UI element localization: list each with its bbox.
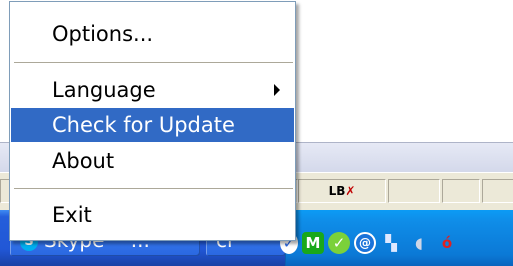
red-swirl-icon[interactable]: ó <box>436 232 458 254</box>
menu-separator <box>14 188 293 190</box>
status-cell <box>482 179 513 203</box>
chat-bubble-icon[interactable]: ✓ <box>328 232 350 254</box>
m-icon[interactable]: M <box>302 232 324 254</box>
network-icon[interactable]: ▚ <box>380 232 402 254</box>
menu-item-check-for-update[interactable]: Check for Update <box>11 108 294 142</box>
menu-item-label: Language <box>52 78 156 102</box>
status-cell-icon: LB✗ <box>298 179 386 203</box>
status-icon-text: LB <box>328 184 346 198</box>
menu-separator <box>14 62 293 64</box>
submenu-arrow-icon <box>274 84 280 96</box>
context-menu: Options... Language Check for Update Abo… <box>9 1 296 241</box>
menu-item-language[interactable]: Language <box>11 73 294 107</box>
speaker-icon[interactable]: ◖ <box>408 232 430 254</box>
menu-item-exit[interactable]: Exit <box>11 198 294 232</box>
status-cell <box>388 179 440 203</box>
menu-item-options[interactable]: Options... <box>11 17 294 51</box>
status-cell <box>442 179 480 203</box>
system-tray: ✓ M ✓ @ ▚ ◖ ó <box>280 210 513 266</box>
at-icon[interactable]: @ <box>354 232 376 254</box>
menu-item-about[interactable]: About <box>11 144 294 178</box>
close-icon: ✗ <box>345 184 356 198</box>
